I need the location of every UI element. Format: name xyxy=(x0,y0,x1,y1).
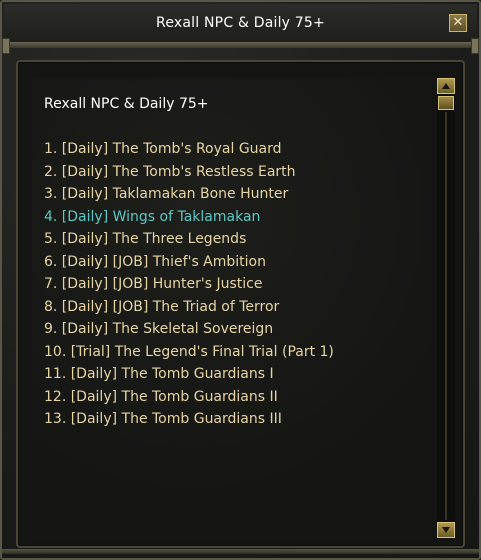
close-icon: ✕ xyxy=(452,15,464,30)
dialog-content: Rexall NPC & Daily 75+ 1. [Daily] The To… xyxy=(32,78,432,538)
quest-item[interactable]: 7. [Daily] [JOB] Hunter's Justice xyxy=(44,273,334,296)
arrow-down-icon xyxy=(442,527,450,533)
quest-item[interactable]: 1. [Daily] The Tomb's Royal Guard xyxy=(44,138,334,161)
quest-item[interactable]: 10. [Trial] The Legend's Final Trial (Pa… xyxy=(44,341,334,364)
quest-item[interactable]: 6. [Daily] [JOB] Thief's Ambition xyxy=(44,251,334,274)
content-heading: Rexall NPC & Daily 75+ xyxy=(44,96,209,112)
dialog-window: Rexall NPC & Daily 75+ ✕ Rexall NPC & Da… xyxy=(0,0,481,560)
quest-item[interactable]: 11. [Daily] The Tomb Guardians I xyxy=(44,363,334,386)
quest-item[interactable]: 4. [Daily] Wings of Taklamakan xyxy=(44,206,334,229)
scroll-up-button[interactable] xyxy=(437,78,455,94)
quest-item[interactable]: 12. [Daily] The Tomb Guardians II xyxy=(44,386,334,409)
close-button[interactable]: ✕ xyxy=(449,14,467,32)
vertical-scrollbar[interactable] xyxy=(437,78,455,538)
arrow-up-icon xyxy=(442,83,450,89)
quest-item[interactable]: 13. [Daily] The Tomb Guardians III xyxy=(44,408,334,431)
scroll-track[interactable] xyxy=(445,112,447,520)
right-rail-knob xyxy=(471,38,479,54)
window-title: Rexall NPC & Daily 75+ xyxy=(156,15,325,31)
quest-list: 1. [Daily] The Tomb's Royal Guard 2. [Dai… xyxy=(44,138,334,431)
quest-item[interactable]: 2. [Daily] The Tomb's Restless Earth xyxy=(44,161,334,184)
quest-item[interactable]: 5. [Daily] The Three Legends xyxy=(44,228,334,251)
quest-item[interactable]: 3. [Daily] Taklamakan Bone Hunter xyxy=(44,183,334,206)
left-rail-knob xyxy=(2,38,10,54)
content-panel: Rexall NPC & Daily 75+ 1. [Daily] The To… xyxy=(16,60,465,548)
title-divider xyxy=(2,42,479,48)
quest-item[interactable]: 8. [Daily] [JOB] The Triad of Terror xyxy=(44,296,334,319)
scroll-thumb[interactable] xyxy=(438,96,454,110)
scroll-down-button[interactable] xyxy=(437,522,455,538)
title-bar[interactable]: Rexall NPC & Daily 75+ ✕ xyxy=(4,4,477,43)
bottom-divider xyxy=(2,549,479,554)
quest-item[interactable]: 9. [Daily] The Skeletal Sovereign xyxy=(44,318,334,341)
